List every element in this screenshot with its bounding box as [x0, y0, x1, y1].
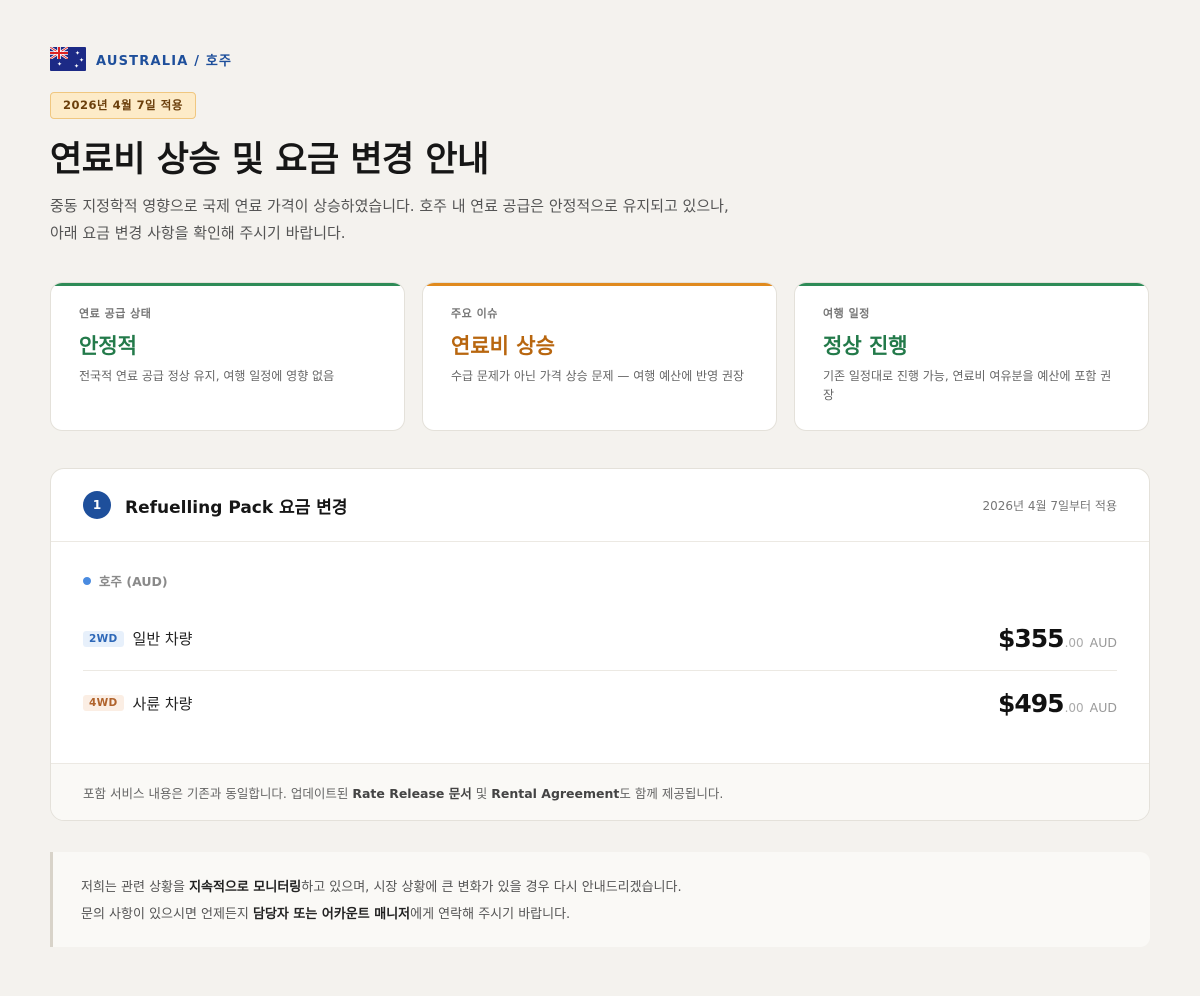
footer-text: 포함 서비스 내용은 기존과 동일합니다. 업데이트된 Rate Release…: [83, 783, 723, 802]
page: ✦ ✦ ✦ ✦ AUSTRALIA / 호주 2026년 4월 7일 적용 연료…: [50, 46, 1150, 947]
region-label: 호주 (AUD): [83, 571, 168, 590]
card-label: 주요 이슈: [451, 307, 498, 320]
footer-text-part: 및: [471, 785, 492, 801]
card-accent-bar: [795, 283, 1148, 286]
card-description: 전국적 연료 공급 정상 유지, 여행 일정에 영향 없음: [79, 369, 335, 383]
price: $355 .00 AUD: [998, 624, 1117, 653]
price-currency: AUD: [1089, 635, 1117, 650]
page-title: 연료비 상승 및 요금 변경 안내: [50, 140, 489, 180]
country-label: AUSTRALIA / 호주: [96, 53, 233, 69]
notice-text: 문의 사항이 있으시면 언제든지: [81, 907, 254, 922]
notice-emphasis: 담당자 또는 어카운트 매니저: [253, 907, 411, 922]
notice-text: 하고 있으며, 시장 상황에 큰 변화가 있을 경우 다시 안내드리겠습니다.: [301, 880, 682, 895]
footer-text-part: 도 함께 제공됩니다.: [619, 785, 724, 801]
price-cents: .00: [1064, 700, 1084, 715]
card-accent-bar: [51, 283, 404, 286]
price-cents: .00: [1064, 636, 1084, 650]
intro-text: 중동 지정학적 영향으로 국제 연료 가격이 상승하였습니다. 호주 내 연료 …: [50, 197, 729, 242]
notice-line-1: 저희는 관련 상황을 지속적으로 모니터링하고 있으며, 시장 상황에 큰 변화…: [81, 874, 1122, 901]
notice-emphasis: 지속적으로 모니터링: [189, 880, 302, 895]
refuelling-pack-panel: 1 Refuelling Pack 요금 변경 2026년 4월 7일부터 적용…: [50, 468, 1150, 821]
union-jack-icon: [50, 47, 68, 59]
vehicle-type: 사륜 차량: [132, 694, 193, 713]
price-row-2wd: 2WD 일반 차량 $355 .00 AUD: [83, 607, 1117, 671]
panel-effective-date: 2026년 4월 7일부터 적용: [982, 498, 1117, 513]
region-dot-icon: [83, 576, 91, 585]
card-accent-bar: [423, 283, 776, 286]
card-label: 여행 일정: [823, 307, 870, 320]
notice-box: 저희는 관련 상황을 지속적으로 모니터링하고 있으며, 시장 상황에 큰 변화…: [50, 852, 1150, 947]
panel-header: 1 Refuelling Pack 요금 변경 2026년 4월 7일부터 적용: [51, 469, 1149, 542]
card-description: 기존 일정대로 진행 가능, 연료비 여유분을 예산에 포함 권장: [823, 369, 1112, 402]
price: $495 .00 AUD: [998, 689, 1117, 718]
price-amount: $355: [997, 624, 1065, 653]
vehicle-tag: 4WD: [83, 695, 124, 711]
footer-text-part: 포함 서비스 내용은 기존과 동일합니다. 업데이트된: [83, 785, 353, 801]
card-description: 수급 문제가 아닌 가격 상승 문제 — 여행 예산에 반영 권장: [451, 369, 745, 383]
card-value: 안정적: [79, 334, 137, 358]
star-icon: ✦: [79, 57, 85, 64]
vehicle-tag: 2WD: [83, 630, 124, 647]
card-travel-schedule: 여행 일정 정상 진행 기존 일정대로 진행 가능, 연료비 여유분을 예산에 …: [794, 282, 1149, 431]
card-main-issue: 주요 이슈 연료비 상승 수급 문제가 아닌 가격 상승 문제 — 여행 예산에…: [422, 282, 777, 431]
price-amount: $495: [997, 688, 1065, 718]
price-row-4wd: 4WD 사륜 차량 $495 .00 AUD: [83, 671, 1117, 735]
rental-agreement-doc: Rental Agreement: [491, 785, 620, 801]
step-number-badge: 1: [83, 491, 111, 519]
card-label: 연료 공급 상태: [79, 307, 152, 320]
star-icon: ✦: [57, 61, 63, 68]
region-text: 호주 (AUD): [99, 574, 168, 589]
card-value: 정상 진행: [823, 334, 908, 358]
card-value: 연료비 상승: [451, 334, 555, 358]
effective-date-badge: 2026년 4월 7일 적용: [50, 92, 196, 119]
status-cards: 연료 공급 상태 안정적 전국적 연료 공급 정상 유지, 여행 일정에 영향 …: [50, 282, 1149, 431]
price-currency: AUD: [1089, 699, 1117, 715]
card-fuel-supply: 연료 공급 상태 안정적 전국적 연료 공급 정상 유지, 여행 일정에 영향 …: [50, 282, 405, 431]
country-row: ✦ ✦ ✦ ✦ AUSTRALIA / 호주: [50, 46, 1150, 72]
notice-line-2: 문의 사항이 있으시면 언제든지 담당자 또는 어카운트 매니저에게 연락해 주…: [81, 901, 1122, 928]
notice-text: 저희는 관련 상황을: [81, 880, 190, 895]
rate-release-doc: Rate Release 문서: [352, 785, 472, 801]
australia-flag-icon: ✦ ✦ ✦ ✦: [50, 47, 86, 71]
vehicle-type: 일반 차량: [132, 630, 193, 648]
panel-title: Refuelling Pack 요금 변경: [125, 497, 348, 518]
notice-text: 에게 연락해 주시기 바랍니다.: [410, 907, 571, 922]
panel-footer-note: 포함 서비스 내용은 기존과 동일합니다. 업데이트된 Rate Release…: [51, 763, 1149, 820]
star-icon: ✦: [74, 63, 80, 70]
